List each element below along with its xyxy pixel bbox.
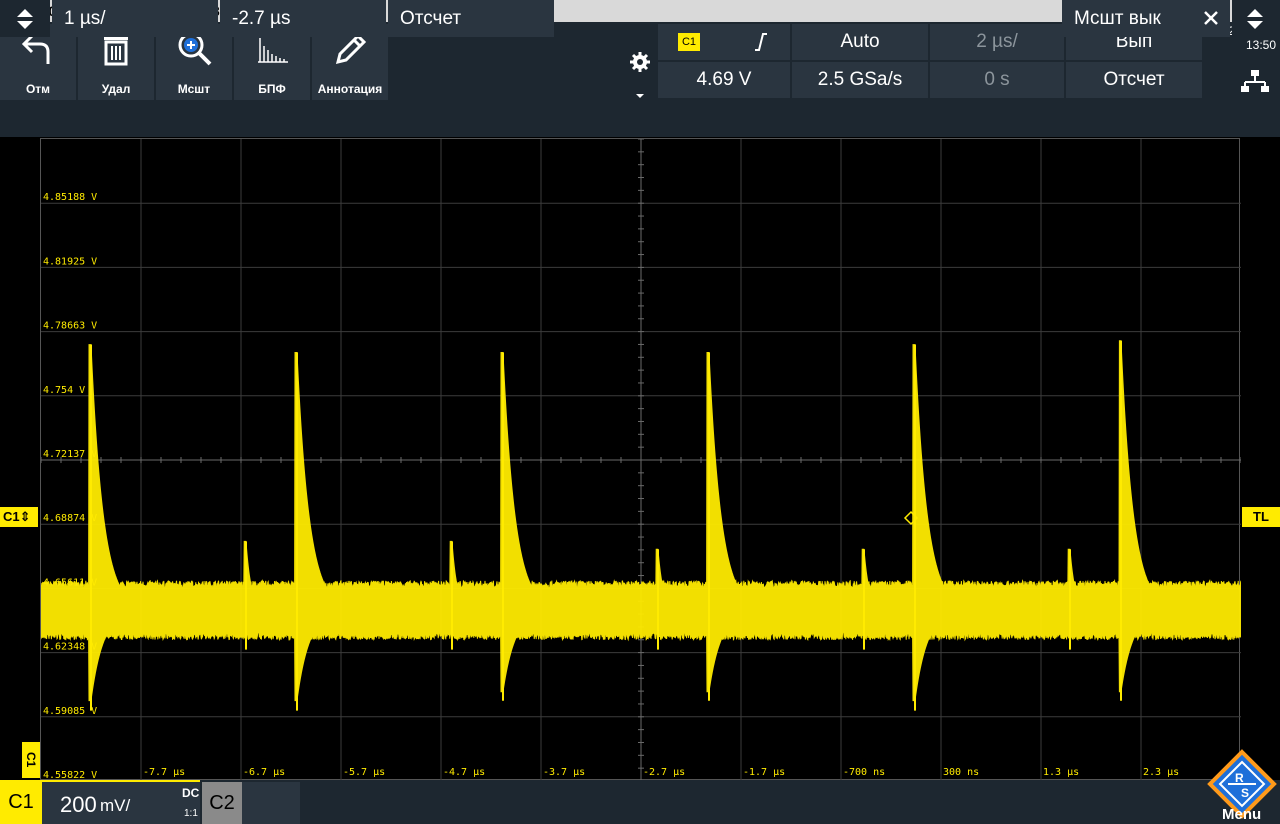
fft-spectrum-icon (258, 38, 288, 63)
x-tick-label: -2.7 µs (643, 767, 685, 778)
c1-offset-marker[interactable]: C1⇕ (0, 507, 38, 527)
annotation-label: Аннотация (317, 82, 383, 96)
c2-scale-field[interactable] (242, 782, 300, 824)
zoom-position-field[interactable]: -2.7 µs (220, 0, 386, 37)
rising-edge-icon (755, 33, 767, 51)
time-offset-cell[interactable]: 0 s (930, 62, 1064, 98)
pencil-icon (335, 33, 367, 65)
trigger-source-badge: C1 (678, 33, 700, 51)
x-tick-label: -700 ns (843, 767, 885, 778)
y-tick-label: 4.754 V (43, 385, 85, 396)
cursor-mode-cell[interactable]: Отсчет (1066, 62, 1202, 98)
delete-label: Удал (101, 82, 131, 96)
trigger-level-marker[interactable]: TL (1242, 507, 1280, 527)
network-icon (1241, 70, 1269, 92)
c1-coupling: DC (182, 786, 200, 800)
zoom-scale-stepper[interactable] (0, 0, 50, 37)
network-status (1205, 62, 1280, 98)
updown-glyph-icon: ⇕ (19, 509, 31, 524)
c1-probe: 1:1 (184, 808, 198, 819)
c1-scale-unit: mV/ (100, 796, 131, 815)
x-tick-label: -1.7 µs (743, 767, 785, 778)
c1-offset-marker-label: C1 (3, 509, 20, 524)
c1-tab[interactable]: C1 (0, 780, 42, 824)
x-tick-label: -7.7 µs (143, 767, 185, 778)
y-tick-label: 4.65611 V (43, 577, 97, 588)
up-down-arrows-icon (17, 9, 33, 29)
rs-logo-s: S (1241, 786, 1249, 800)
x-tick-label: 1.3 µs (1043, 767, 1079, 778)
trash-icon (104, 32, 128, 66)
c2-tab[interactable]: C2 (202, 782, 242, 824)
zoom-off-button[interactable]: Мсшт вык (1062, 0, 1196, 37)
y-tick-label: 4.78663 V (43, 321, 97, 332)
gear-icon (630, 52, 650, 98)
y-tick-label: 4.68874 V (43, 513, 97, 524)
x-tick-label: -5.7 µs (343, 767, 385, 778)
rs-logo-r: R (1235, 771, 1244, 785)
x-tick-label: 2.3 µs (1143, 767, 1179, 778)
waveform-display[interactable]: 4.85188 V 4.81925 V 4.78663 V 4.754 V 4.7213… (40, 138, 1241, 781)
fft-label: БПФ (258, 82, 286, 96)
x-tick-label: -6.7 µs (243, 767, 285, 778)
x-tick-label: -3.7 µs (543, 767, 585, 778)
zoom-label: Мсшт (177, 82, 211, 96)
settings-button[interactable] (624, 24, 656, 100)
c1-vertical-label: C1 (22, 742, 40, 778)
y-tick-label: 4.62348 V (43, 642, 97, 653)
y-tick-label: 4.85188 V (43, 192, 97, 203)
trigger-mode-cell[interactable]: Auto (792, 24, 928, 60)
time: 13:50 (1245, 38, 1276, 52)
trigger-source-cell[interactable]: C1 (658, 24, 790, 60)
zoom-close-button[interactable] (1196, 0, 1230, 37)
waveform-chart: 4.85188 V 4.81925 V 4.78663 V 4.754 V 4.7213… (41, 139, 1241, 781)
zoom-scale-field[interactable]: 1 µs/ (52, 0, 218, 37)
trigger-level-cell[interactable]: 4.69 V (658, 62, 790, 98)
undo-icon (22, 34, 50, 64)
y-tick-label: 4.81925 V (43, 256, 97, 267)
graticule (41, 139, 1241, 781)
timebase-cell[interactable]: 2 µs/ (930, 24, 1064, 60)
c1-scale-field[interactable]: 200 mV/ DC 1:1 (42, 780, 200, 824)
undo-label: Отм (25, 82, 51, 96)
close-icon (1204, 11, 1218, 25)
up-down-arrows-icon (1247, 9, 1263, 29)
c1-scale-value: 200 (60, 792, 97, 817)
menu-label: Menu (1222, 806, 1262, 823)
y-tick-label: 4.72137 V (43, 449, 97, 460)
zoom-vertical-stepper[interactable] (1232, 0, 1280, 37)
zoom-bar (0, 100, 1280, 137)
menu-button[interactable]: R S Menu (1204, 748, 1280, 824)
zoom-reference-field[interactable]: Отсчет (388, 0, 554, 37)
zoom-in-icon (178, 32, 212, 66)
x-tick-label: -4.7 µs (443, 767, 485, 778)
x-axis-labels: -7.7 µs -6.7 µs -5.7 µs -4.7 µs -3.7 µs -2.7 … (143, 767, 1179, 778)
x-tick-label: 300 ns (943, 767, 979, 778)
sample-rate-cell: 2.5 GSa/s (792, 62, 928, 98)
y-tick-label: 4.59085 V (43, 706, 97, 717)
